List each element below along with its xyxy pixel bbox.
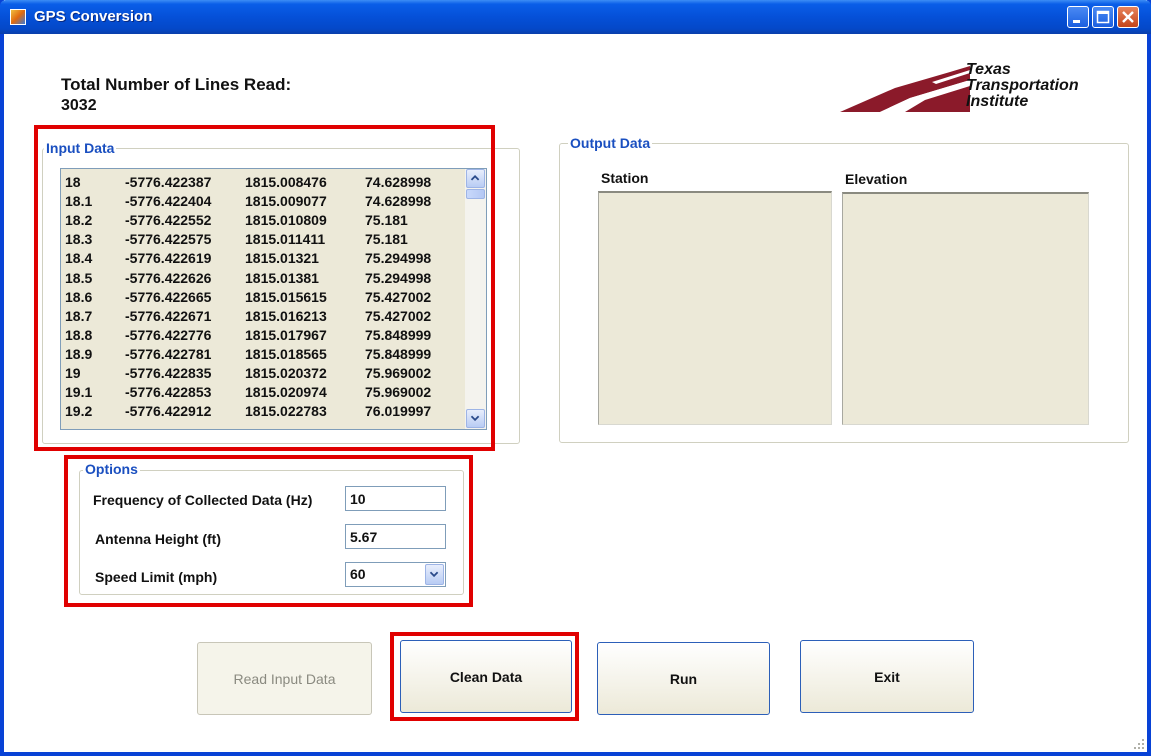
title-bar[interactable]: GPS Conversion: [0, 0, 1151, 34]
minimize-button[interactable]: [1067, 6, 1089, 28]
clean-data-highlight: [390, 632, 579, 721]
maximize-button[interactable]: [1092, 6, 1114, 28]
elevation-header: Elevation: [845, 171, 908, 187]
minimize-icon: [1073, 20, 1080, 23]
logo-line-3: Institute: [966, 93, 1029, 110]
total-lines-value: 3032: [61, 97, 97, 114]
close-button[interactable]: [1117, 6, 1139, 28]
window-title: GPS Conversion: [34, 8, 153, 25]
options-highlight: [64, 455, 473, 607]
logo-line-1: Texas: [966, 61, 1011, 78]
output-data-legend: Output Data: [568, 135, 653, 151]
logo-line-2: Transportation: [966, 77, 1079, 94]
app-icon: [10, 9, 26, 25]
logo-text: Texas Transportation Institute: [966, 62, 1079, 110]
station-list[interactable]: [598, 191, 832, 425]
maximize-icon: [1096, 10, 1110, 24]
app-window: GPS Conversion Total Number of Lines Rea…: [0, 0, 1151, 756]
total-lines-label: Total Number of Lines Read:: [61, 75, 292, 94]
station-header: Station: [601, 170, 649, 186]
input-data-highlight: [34, 125, 495, 451]
read-input-data-button[interactable]: Read Input Data: [197, 642, 372, 715]
close-icon: [1122, 11, 1134, 23]
elevation-list[interactable]: [842, 192, 1089, 425]
exit-button[interactable]: Exit: [800, 640, 974, 713]
resize-grip-icon[interactable]: [1133, 738, 1145, 750]
run-button[interactable]: Run: [597, 642, 770, 715]
